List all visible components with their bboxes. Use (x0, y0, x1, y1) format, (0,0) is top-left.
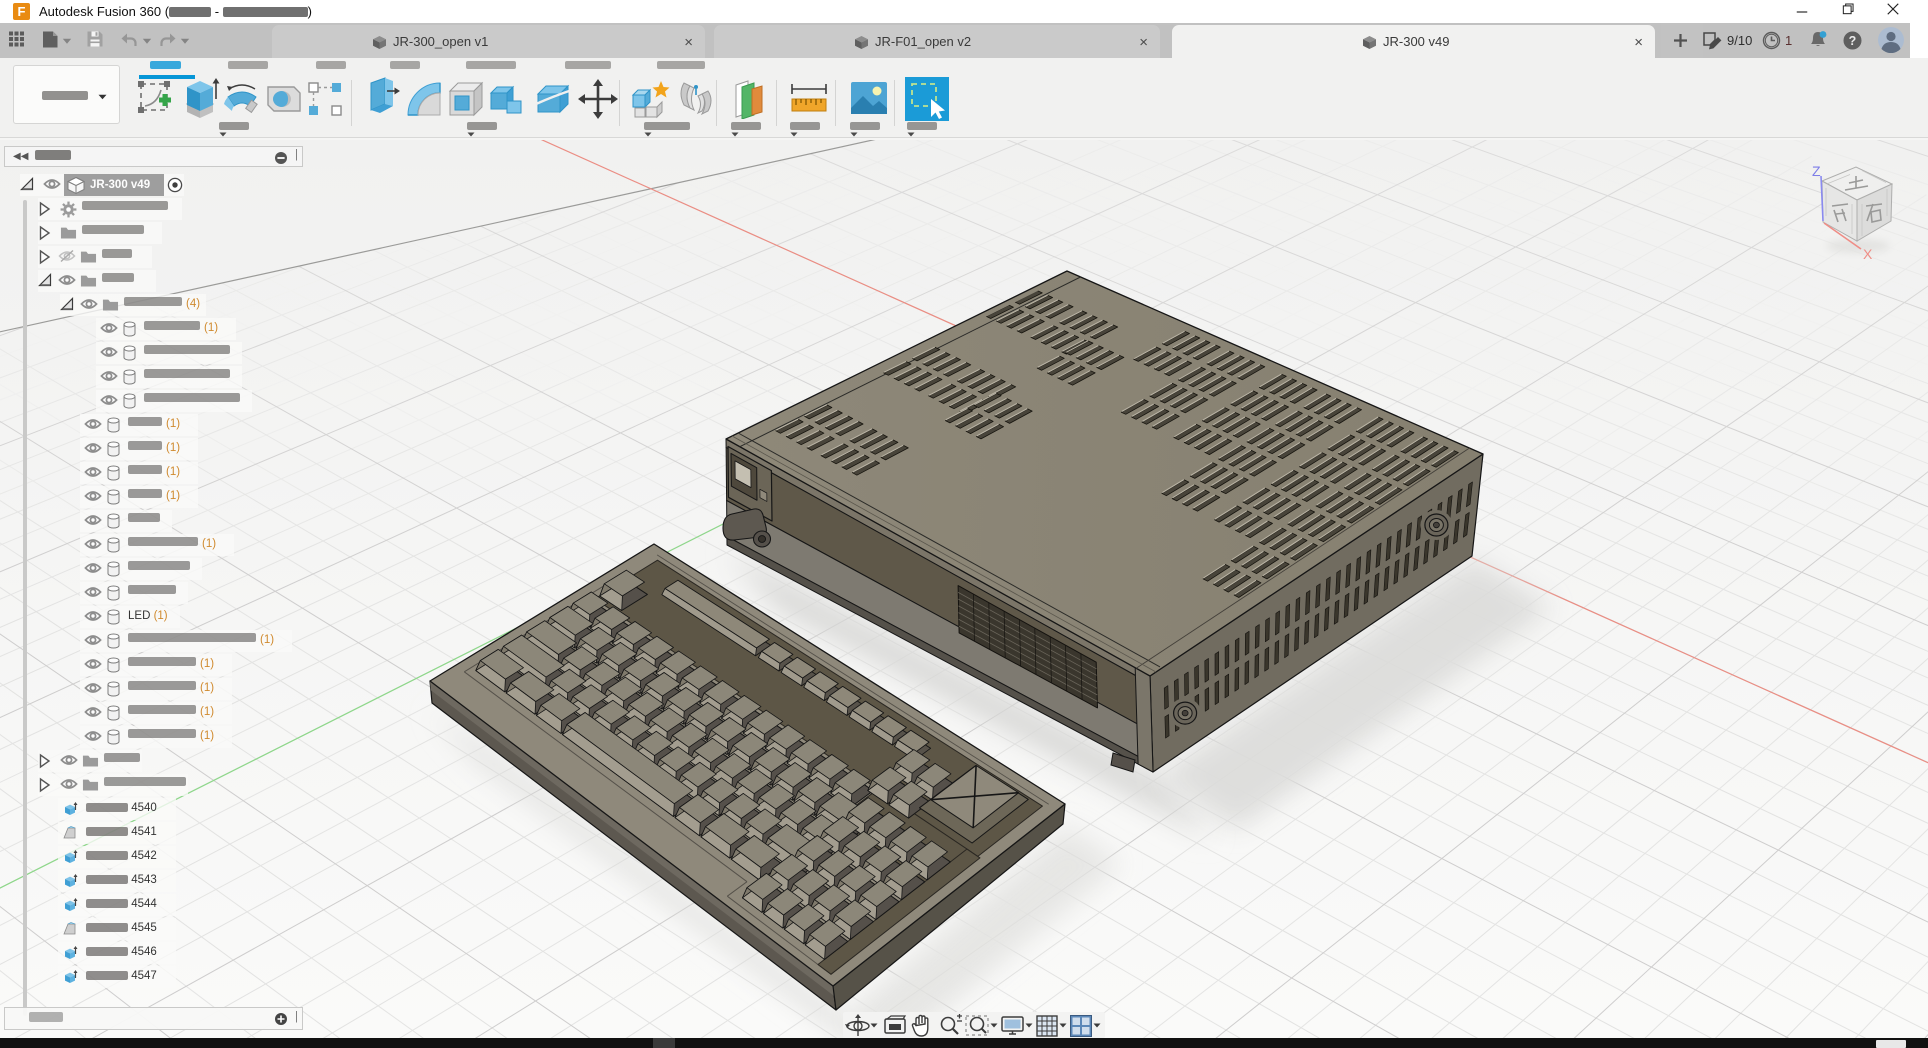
svg-text:X: X (1863, 246, 1873, 262)
svg-text:?: ? (1849, 34, 1857, 48)
svg-text:Z: Z (1812, 163, 1821, 179)
